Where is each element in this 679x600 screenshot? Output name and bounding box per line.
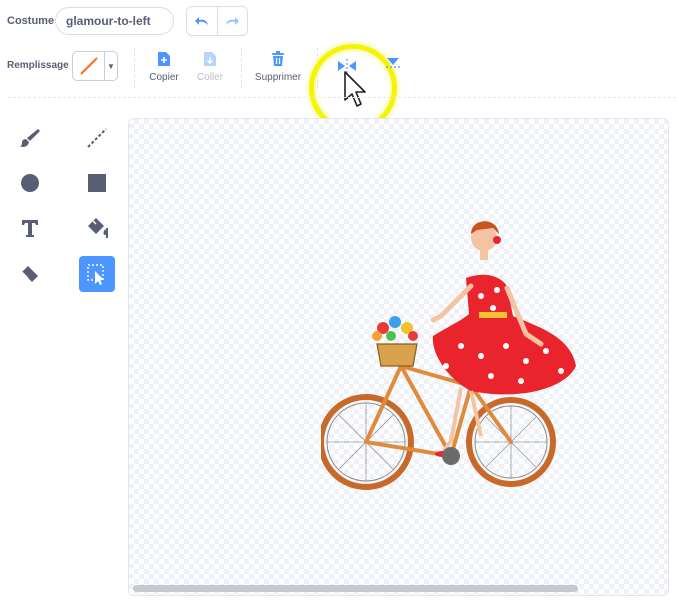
paint-canvas[interactable] [128, 118, 669, 596]
costume-image [321, 221, 576, 490]
horizontal-scrollbar[interactable] [133, 585, 578, 592]
circle-tool[interactable] [12, 165, 48, 201]
divider [241, 48, 242, 88]
flip-vertical-button[interactable] [384, 55, 402, 75]
text-tool[interactable] [12, 210, 48, 246]
copy-button[interactable]: Copier [146, 51, 182, 83]
paste-button[interactable]: Coller [192, 51, 228, 83]
copy-icon [158, 52, 170, 66]
fill-swatch [73, 52, 104, 80]
line-icon [87, 128, 107, 148]
chevron-down-icon: ▼ [104, 52, 117, 80]
costume-label: Costume [7, 15, 55, 27]
circle-icon [21, 174, 39, 192]
delete-button[interactable]: Supprimer [252, 51, 304, 83]
fill-color-picker[interactable]: ▼ [72, 51, 118, 81]
rectangle-icon [88, 174, 106, 192]
select-tool[interactable] [79, 256, 115, 292]
undo-button[interactable] [187, 7, 217, 35]
brush-tool[interactable] [12, 120, 48, 156]
redo-button[interactable] [216, 7, 248, 35]
delete-label: Supprimer [254, 72, 302, 83]
flip-vertical-icon [386, 58, 400, 68]
fill-label: Remplissage [7, 60, 69, 71]
brush-icon [20, 129, 40, 147]
trash-icon [272, 51, 284, 66]
eraser-tool[interactable] [12, 256, 48, 292]
redo-icon [226, 17, 240, 25]
text-icon [22, 220, 38, 237]
eraser-icon [21, 266, 38, 282]
rectangle-tool[interactable] [79, 165, 115, 201]
paint-bucket-icon [88, 218, 108, 238]
paste-icon [204, 52, 216, 66]
toolbar-divider [8, 97, 676, 98]
copy-label: Copier [149, 72, 179, 83]
fill-tool[interactable] [79, 210, 115, 246]
undo-redo-group [186, 6, 248, 36]
paste-label: Coller [196, 72, 224, 83]
costume-name-input[interactable]: glamour-to-left [55, 7, 174, 35]
mouse-cursor-icon [344, 71, 366, 107]
undo-icon [194, 17, 208, 25]
select-icon [87, 264, 104, 285]
line-tool[interactable] [79, 120, 115, 156]
divider [134, 48, 135, 88]
costume-name-value: glamour-to-left [66, 14, 151, 28]
